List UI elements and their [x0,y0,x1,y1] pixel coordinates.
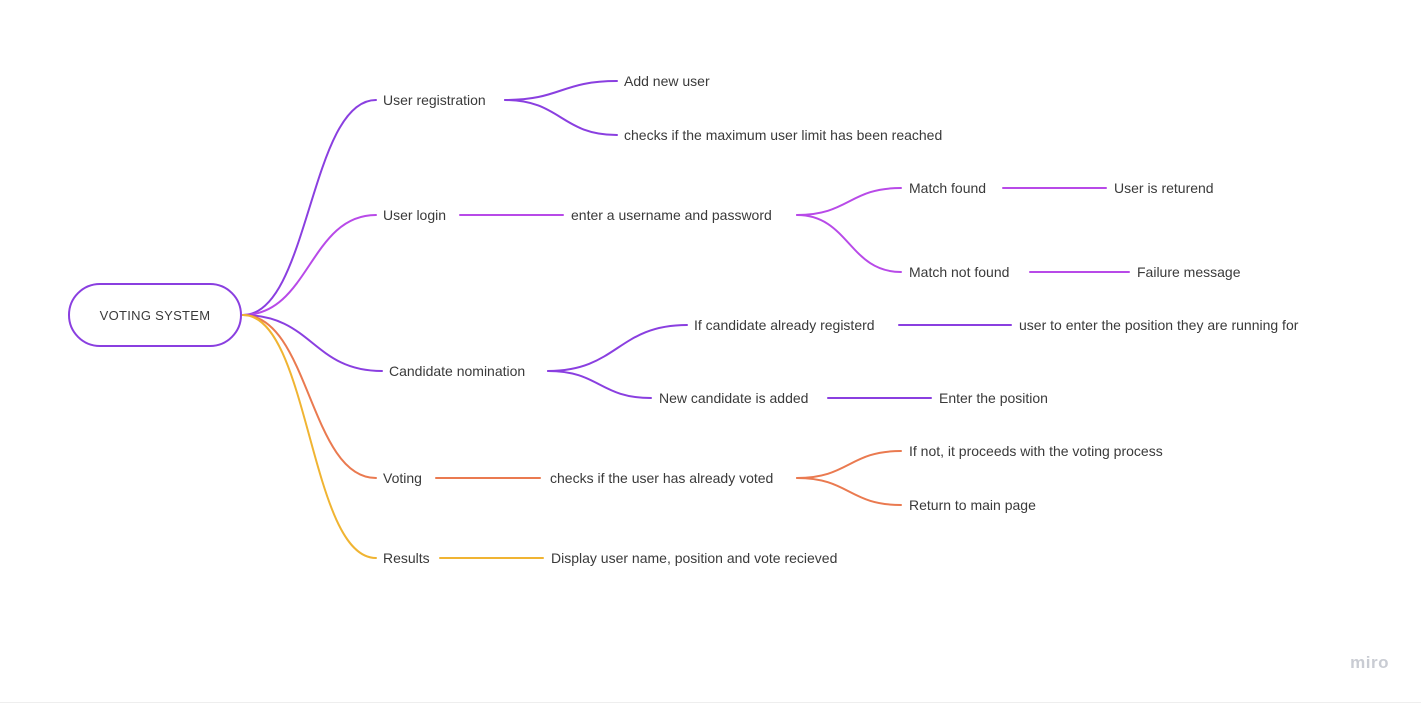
node-user-returned[interactable]: User is returend [1114,179,1214,197]
node-voting[interactable]: Voting [383,469,422,487]
node-match-found[interactable]: Match found [909,179,986,197]
node-enter-position[interactable]: Enter the position [939,389,1048,407]
node-proceed-voting[interactable]: If not, it proceeds with the voting proc… [909,442,1163,460]
edge-registration-add-user [504,80,618,101]
node-add-new-user[interactable]: Add new user [624,72,710,90]
edge-nomination-registered [547,324,688,372]
node-results[interactable]: Results [383,549,430,567]
node-user-login[interactable]: User login [383,206,446,224]
node-candidate-registered[interactable]: If candidate already registerd [694,316,875,334]
mind-map-board: VOTING SYSTEM User registration User log… [0,0,1421,703]
edge-root-registration [242,99,377,316]
node-enter-running-position[interactable]: user to enter the position they are runn… [1019,316,1298,334]
edge-check-return [796,477,902,506]
node-enter-credentials[interactable]: enter a username and password [571,206,772,224]
node-display-results[interactable]: Display user name, position and vote rec… [551,549,837,567]
root-node[interactable]: VOTING SYSTEM [68,283,242,347]
node-user-registration[interactable]: User registration [383,91,486,109]
edge-nomination-new [547,370,652,399]
root-node-label: VOTING SYSTEM [99,307,211,323]
edge-check-proceed [796,450,902,479]
node-check-already-voted[interactable]: checks if the user has already voted [550,469,773,487]
node-match-not-found[interactable]: Match not found [909,263,1009,281]
node-return-main-page[interactable]: Return to main page [909,496,1036,514]
connector-layer [242,80,1130,559]
node-new-candidate-added[interactable]: New candidate is added [659,389,808,407]
edge-root-login [242,214,377,316]
edge-credentials-no-match [796,214,902,273]
miro-logo: miro [1350,653,1389,672]
node-candidate-nomination[interactable]: Candidate nomination [389,362,525,380]
edge-registration-limit [504,99,618,136]
edge-root-results [242,314,377,559]
node-failure-message[interactable]: Failure message [1137,263,1241,281]
edge-credentials-match [796,187,902,216]
node-check-user-limit[interactable]: checks if the maximum user limit has bee… [624,126,942,144]
